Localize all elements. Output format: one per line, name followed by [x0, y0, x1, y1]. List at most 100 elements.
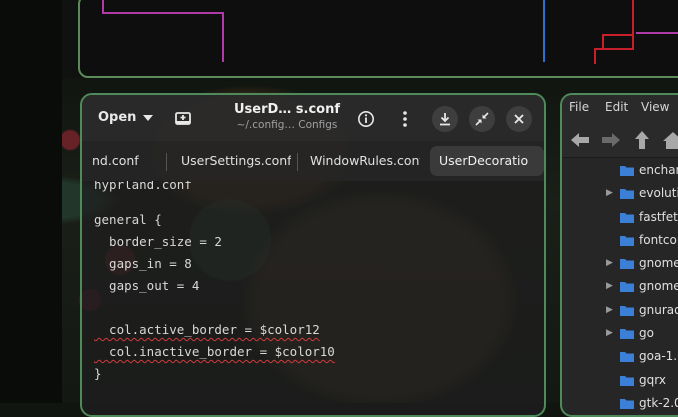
folder-icon [620, 305, 634, 316]
list-item[interactable]: ▶ gnome- [562, 252, 678, 275]
up-button[interactable] [631, 129, 653, 151]
menu-file[interactable]: File [569, 100, 589, 114]
expander-icon[interactable]: ▶ [606, 275, 614, 298]
list-item[interactable]: enchan [562, 159, 678, 182]
code-line: general { [94, 212, 162, 227]
folder-name: goa-1.0 [639, 349, 678, 364]
tab-user-settings[interactable]: UserSettings.conf [181, 146, 291, 176]
menu-bar: File Edit View [562, 95, 678, 121]
menu-edit[interactable]: Edit [605, 100, 628, 114]
window-title: UserD… s.conf ~/.config… Configs [222, 102, 352, 131]
chevron-down-icon [143, 114, 154, 121]
folder-name: fastfetc [639, 209, 678, 224]
decor-line [594, 48, 596, 64]
arrow-left-icon [571, 133, 589, 147]
back-button[interactable] [569, 129, 591, 151]
code-line: hyprland.conf [94, 181, 192, 192]
home-button[interactable] [662, 129, 678, 151]
decor-line [596, 48, 634, 50]
navigation-toolbar [562, 121, 678, 158]
tab-user-decorations[interactable]: UserDecoratio [430, 146, 544, 176]
folder-icon [620, 235, 634, 246]
folder-name: gnome- [639, 279, 678, 294]
list-item[interactable]: gtk-2.0 [562, 392, 678, 415]
expander-icon[interactable]: ▶ [606, 299, 614, 322]
list-item[interactable]: ▶ gnurad [562, 299, 678, 322]
folder-name: go [639, 326, 654, 341]
code-line: gaps_out = 4 [94, 278, 200, 293]
new-tab-icon [175, 112, 191, 125]
folder-name: gtk-2.0 [639, 395, 678, 410]
text-editor-window: Open UserD… s.conf ~/.config… Configs nd… [80, 93, 546, 417]
tab-window-rules[interactable]: WindowRules.conf [310, 146, 420, 176]
folder-icon [620, 189, 634, 200]
folder-icon [620, 166, 634, 176]
arrow-right-icon [602, 133, 620, 147]
folder-icon [620, 259, 634, 270]
shrink-icon [475, 112, 489, 126]
download-icon [440, 113, 450, 126]
editor-headerbar: Open UserD… s.conf ~/.config… Configs [82, 95, 544, 141]
folder-name: fontcor [639, 232, 678, 247]
folder-icon [620, 329, 634, 340]
code-line: col.inactive_border = $color10 [94, 344, 335, 359]
code-line: gaps_in = 8 [94, 256, 192, 271]
folder-name: enchan [639, 163, 678, 177]
decor-line [222, 12, 224, 62]
text-view[interactable]: hyprland.conf general { border_size = 2 … [94, 181, 534, 385]
list-item[interactable]: fontcor [562, 229, 678, 252]
arrow-up-icon [635, 131, 649, 149]
list-item[interactable]: ▶ evolutic [562, 182, 678, 205]
decor-line [102, 12, 224, 14]
tab-separator [297, 153, 298, 171]
folder-icon [620, 212, 634, 223]
expander-icon[interactable]: ▶ [606, 322, 614, 345]
list-item[interactable]: fastfetc [562, 206, 678, 229]
document-path: ~/.config… Configs [236, 119, 338, 131]
kebab-menu-icon [403, 111, 407, 127]
code-line: } [94, 366, 102, 381]
folder-icon [620, 375, 634, 386]
list-item[interactable]: ▶ gnome- [562, 275, 678, 298]
decor-line [636, 32, 678, 34]
list-item[interactable]: goa-1.0 [562, 345, 678, 368]
open-button[interactable]: Open [92, 105, 159, 131]
expander-icon[interactable]: ▶ [606, 252, 614, 275]
tab-bar: nd.conf UserSettings.conf WindowRules.co… [82, 141, 544, 181]
forward-button[interactable] [600, 129, 622, 151]
list-item[interactable]: ▶ go [562, 322, 678, 345]
code-line: col.active_border = $color12 [94, 322, 320, 337]
folder-name: gnurad [639, 302, 678, 317]
menu-view[interactable]: View [641, 100, 669, 114]
folder-list: enchan ▶ evolutic fastfetc fontcor ▶ gnome… [562, 159, 678, 415]
open-button-label: Open [98, 110, 137, 125]
list-item[interactable]: gqrx [562, 369, 678, 392]
folder-icon [620, 352, 634, 363]
folder-icon [620, 282, 634, 293]
document-title: UserD… s.conf [233, 102, 341, 117]
folder-icon [620, 398, 634, 409]
document-info-button[interactable] [353, 106, 379, 132]
tab-separator [166, 153, 167, 171]
decor-line [602, 34, 634, 36]
new-tab-button[interactable] [172, 107, 194, 129]
main-menu-button[interactable] [392, 106, 418, 132]
decor-line [602, 34, 604, 48]
folder-name: gnome- [639, 256, 678, 271]
unmaximize-button[interactable] [469, 106, 495, 132]
folder-name: gqrx [639, 372, 666, 387]
decor-line [543, 0, 545, 62]
folder-name: evolutic [639, 186, 678, 201]
file-manager-window: File Edit View enchan ▶evolutic fast [560, 93, 678, 417]
decor-line [632, 0, 634, 50]
save-button[interactable] [432, 106, 458, 132]
tab-hyprland[interactable]: nd.conf [92, 146, 156, 176]
close-icon [514, 114, 524, 124]
home-icon [663, 132, 678, 149]
code-line: border_size = 2 [94, 234, 222, 249]
close-button[interactable] [506, 106, 532, 132]
info-icon [358, 111, 374, 127]
expander-icon[interactable]: ▶ [606, 182, 614, 205]
